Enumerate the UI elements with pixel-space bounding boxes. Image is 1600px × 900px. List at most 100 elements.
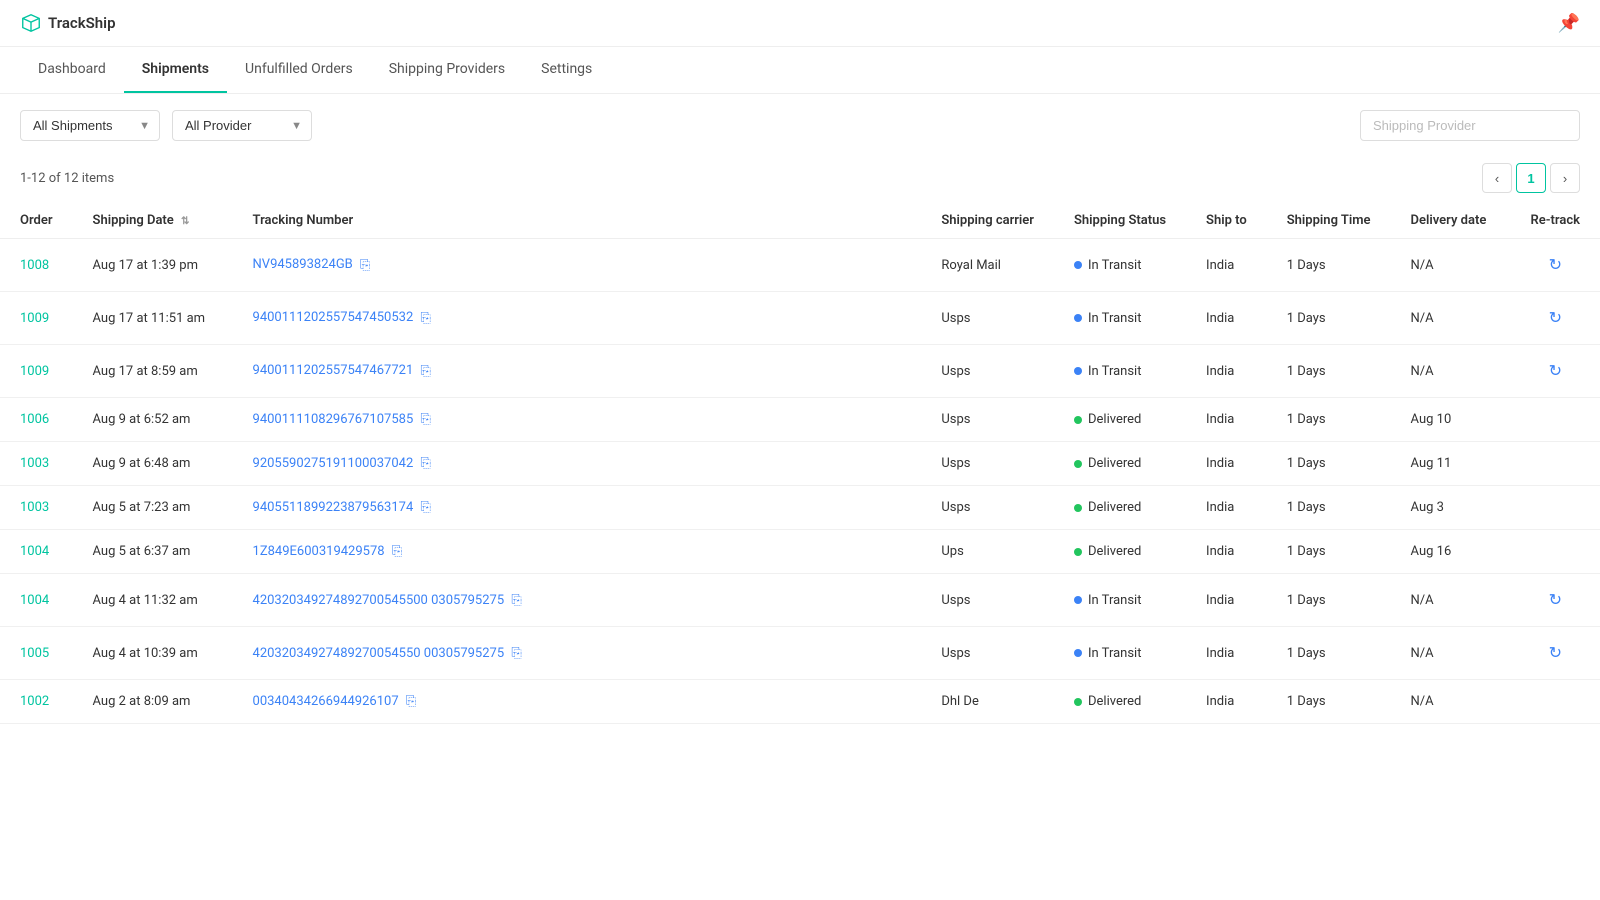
tracking-number-link[interactable]: 420320349274892700545500 0305795275	[253, 593, 505, 608]
retrack-button[interactable]: ↻	[1547, 253, 1564, 277]
status-dot	[1074, 460, 1082, 468]
tracking-number-link[interactable]: 42032034927489270054550 00305795275	[253, 646, 505, 661]
copy-icon[interactable]: ⎘	[360, 258, 370, 273]
copy-icon[interactable]: ⎘	[406, 694, 416, 709]
tracking-number-link[interactable]: 9400111202557547450532	[253, 310, 414, 325]
copy-icon[interactable]: ⎘	[392, 544, 402, 559]
tracking-number-link[interactable]: 9400111108296767107585	[253, 412, 414, 427]
nav-shipping-providers[interactable]: Shipping Providers	[371, 47, 523, 93]
status-dot	[1074, 416, 1082, 424]
main-nav: Dashboard Shipments Unfulfilled Orders S…	[0, 47, 1600, 94]
cell-shipping-time: 1 Days	[1267, 292, 1391, 345]
copy-icon[interactable]: ⎘	[511, 593, 521, 608]
order-link[interactable]: 1008	[20, 258, 49, 273]
cell-status: In Transit	[1054, 239, 1186, 292]
status-badge: Delivered	[1074, 694, 1166, 709]
cell-status: Delivered	[1054, 680, 1186, 724]
prev-page-button[interactable]: ‹	[1482, 163, 1512, 193]
copy-icon[interactable]: ⎘	[421, 364, 431, 379]
status-label: Delivered	[1088, 500, 1141, 515]
status-dot	[1074, 504, 1082, 512]
copy-icon[interactable]: ⎘	[421, 456, 431, 471]
table-body: 1008 Aug 17 at 1:39 pm NV945893824GB ⎘ R…	[0, 239, 1600, 724]
retrack-button[interactable]: ↻	[1547, 588, 1564, 612]
cell-date: Aug 5 at 6:37 am	[73, 530, 233, 574]
status-badge: Delivered	[1074, 500, 1166, 515]
order-link[interactable]: 1002	[20, 694, 49, 709]
table-row: 1009 Aug 17 at 8:59 am 94001112025575474…	[0, 345, 1600, 398]
order-link[interactable]: 1009	[20, 364, 49, 379]
order-link[interactable]: 1003	[20, 500, 49, 515]
copy-icon[interactable]: ⎘	[421, 412, 431, 427]
tracking-number-link[interactable]: NV945893824GB	[253, 257, 353, 272]
order-link[interactable]: 1004	[20, 593, 49, 608]
tracking-number-link[interactable]: 9205590275191100037042	[253, 456, 414, 471]
cell-shipping-time: 1 Days	[1267, 442, 1391, 486]
status-dot	[1074, 367, 1082, 375]
status-badge: Delivered	[1074, 412, 1166, 427]
status-badge: In Transit	[1074, 593, 1166, 608]
nav-dashboard[interactable]: Dashboard	[20, 47, 124, 93]
status-dot	[1074, 698, 1082, 706]
logo-icon	[20, 12, 42, 34]
nav-settings[interactable]: Settings	[523, 47, 610, 93]
tracking-number-link[interactable]: 1Z849E600319429578	[253, 544, 385, 559]
cell-carrier: Royal Mail	[921, 239, 1054, 292]
cell-ship-to: India	[1186, 345, 1267, 398]
order-link[interactable]: 1004	[20, 544, 49, 559]
status-label: Delivered	[1088, 412, 1141, 427]
cell-date: Aug 4 at 10:39 am	[73, 627, 233, 680]
order-link[interactable]: 1005	[20, 646, 49, 661]
status-badge: In Transit	[1074, 364, 1166, 379]
tracking-number-link[interactable]: 00340434266944926107	[253, 694, 399, 709]
cell-tracking: 9400111202557547450532 ⎘	[233, 292, 922, 345]
copy-icon[interactable]: ⎘	[421, 311, 431, 326]
logo: TrackShip	[20, 12, 116, 34]
cell-carrier: Usps	[921, 486, 1054, 530]
status-dot	[1074, 261, 1082, 269]
cell-retrack: ↻	[1511, 574, 1600, 627]
cell-date: Aug 9 at 6:48 am	[73, 442, 233, 486]
cell-status: In Transit	[1054, 292, 1186, 345]
status-label: In Transit	[1088, 311, 1142, 326]
shipping-provider-search[interactable]	[1360, 110, 1580, 141]
tracking-number-link[interactable]: 9400111202557547467721	[253, 363, 414, 378]
cell-carrier: Usps	[921, 574, 1054, 627]
page-1-button[interactable]: 1	[1516, 163, 1546, 193]
order-link[interactable]: 1003	[20, 456, 49, 471]
col-header-shipping-time: Shipping Time	[1267, 203, 1391, 239]
retrack-button[interactable]: ↻	[1547, 641, 1564, 665]
tracking-number-link[interactable]: 9405511899223879563174	[253, 500, 414, 515]
status-dot	[1074, 596, 1082, 604]
retrack-button[interactable]: ↻	[1547, 359, 1564, 383]
cell-order: 1004	[0, 530, 73, 574]
status-label: In Transit	[1088, 646, 1142, 661]
filters-left: All Shipments ▼ All Provider ▼	[20, 110, 312, 141]
nav-shipments[interactable]: Shipments	[124, 47, 227, 93]
col-header-order[interactable]: Order	[0, 203, 73, 239]
order-link[interactable]: 1006	[20, 412, 49, 427]
col-header-shipping-date[interactable]: Shipping Date ⇅	[73, 203, 233, 239]
table-row: 1003 Aug 5 at 7:23 am 940551189922387956…	[0, 486, 1600, 530]
table-row: 1009 Aug 17 at 11:51 am 9400111202557547…	[0, 292, 1600, 345]
cell-order: 1003	[0, 486, 73, 530]
cell-shipping-time: 1 Days	[1267, 398, 1391, 442]
table-row: 1005 Aug 4 at 10:39 am 42032034927489270…	[0, 627, 1600, 680]
cell-retrack	[1511, 486, 1600, 530]
shipment-filter[interactable]: All Shipments	[20, 110, 160, 141]
provider-filter[interactable]: All Provider	[172, 110, 312, 141]
nav-unfulfilled-orders[interactable]: Unfulfilled Orders	[227, 47, 371, 93]
cell-carrier: Usps	[921, 292, 1054, 345]
cell-date: Aug 17 at 11:51 am	[73, 292, 233, 345]
table-row: 1002 Aug 2 at 8:09 am 003404342669449261…	[0, 680, 1600, 724]
cell-carrier: Usps	[921, 627, 1054, 680]
copy-icon[interactable]: ⎘	[421, 500, 431, 515]
next-page-button[interactable]: ›	[1550, 163, 1580, 193]
col-header-status: Shipping Status	[1054, 203, 1186, 239]
order-link[interactable]: 1009	[20, 311, 49, 326]
status-label: Delivered	[1088, 694, 1141, 709]
copy-icon[interactable]: ⎘	[511, 646, 521, 661]
cell-date: Aug 17 at 8:59 am	[73, 345, 233, 398]
cell-tracking: 42032034927489270054550 00305795275 ⎘	[233, 627, 922, 680]
retrack-button[interactable]: ↻	[1547, 306, 1564, 330]
